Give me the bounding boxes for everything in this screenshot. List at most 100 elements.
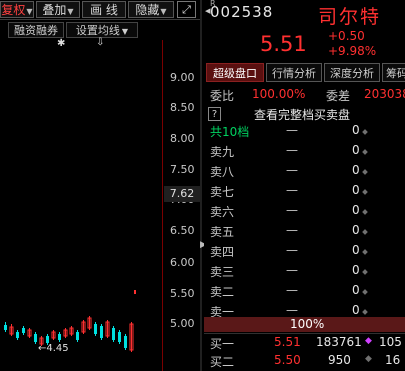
ask-volume: 0: [352, 223, 360, 237]
total-vol: 0: [352, 123, 360, 137]
y-tick-label: 6.50: [170, 224, 195, 237]
margin-trading-button[interactable]: 融资融券: [8, 22, 64, 38]
overlay-button[interactable]: 叠加▼: [36, 1, 80, 18]
fuquan-button[interactable]: 复权▼: [0, 1, 34, 18]
full-book-link[interactable]: 查看完整档买卖盘: [254, 106, 350, 123]
candle-body: [46, 336, 49, 343]
tab-chips[interactable]: 筹码: [382, 63, 405, 82]
dropdown-arrow-icon: ▼: [121, 27, 129, 36]
hide-label: 隐藏: [135, 3, 160, 17]
tab-super-book[interactable]: 超级盘口: [206, 63, 264, 82]
overlay-label: 叠加: [42, 3, 67, 17]
ask-price: —: [286, 243, 298, 257]
candle-body: [34, 334, 37, 342]
book-pct-bar: 100%: [204, 317, 405, 332]
ask-price: —: [286, 143, 298, 157]
candle-body: [58, 334, 61, 340]
candle-body: [112, 328, 115, 340]
help-icon[interactable]: ?: [208, 107, 221, 121]
row-diamond-icon: ◆: [365, 354, 372, 364]
row-dot-icon: [362, 149, 368, 155]
candle-body: [94, 324, 97, 334]
y-tick-label: 9.00: [170, 71, 195, 84]
ask-price: —: [286, 183, 298, 197]
candle-body: [22, 328, 25, 333]
tab-deep-analysis[interactable]: 深度分析: [324, 63, 380, 82]
y-tick-label: 5.50: [170, 287, 195, 300]
row-dot-icon: [362, 209, 368, 215]
row-dot-icon: [362, 189, 368, 195]
bid-level-label: 买二: [210, 355, 235, 369]
row-dot-icon: [362, 269, 368, 275]
ask-price: —: [286, 303, 298, 317]
ask-level-label: 卖四: [210, 245, 235, 259]
ask-volume: 0: [352, 263, 360, 277]
fuquan-label: 复权: [1, 3, 26, 17]
ask-volume: 0: [352, 183, 360, 197]
hide-button[interactable]: 隐藏▼: [128, 1, 174, 18]
ask-price: —: [286, 203, 298, 217]
candle-body: [118, 332, 121, 342]
row-dot-icon: [362, 229, 368, 235]
bid-book: 买一 5.51 183761 ◆ 105 买二 5.50 950 ◆ 16: [204, 334, 405, 371]
ask-volume: 0: [352, 303, 360, 317]
bid-volume: 183761: [316, 335, 362, 349]
diff-label: 委差: [326, 89, 351, 103]
total-levels-label: 共10档: [210, 125, 250, 139]
dropdown-arrow-icon: ▼: [160, 7, 167, 16]
ask-volume: 0: [352, 143, 360, 157]
row-dot-icon: [362, 289, 368, 295]
y-tick-label: 6.00: [170, 256, 195, 269]
candle-body: [76, 332, 79, 340]
row-diamond-icon: ◆: [365, 336, 372, 346]
row-dot-icon: [362, 169, 368, 175]
ask-level-label: 卖五: [210, 225, 235, 239]
ask-level-label: 卖八: [210, 165, 235, 179]
bid-price: 5.50: [274, 353, 301, 367]
full-book-row: ? 查看完整档买卖盘: [204, 106, 405, 124]
panel-divider[interactable]: [200, 0, 202, 371]
row-dot-icon: [362, 249, 368, 255]
ratio-value: 100.00%: [252, 87, 306, 101]
ratio-label: 委比: [210, 89, 235, 103]
tab-market-analysis[interactable]: 行情分析: [266, 63, 322, 82]
ask-volume: 0: [352, 203, 360, 217]
panel-tabs: 超级盘口 行情分析 深度分析 筹码: [204, 63, 405, 82]
price-change-pct: +9.98%: [328, 44, 377, 58]
stock-name: 司尔特: [318, 6, 382, 28]
candle-body: [16, 332, 19, 338]
ask-volume: 0: [352, 163, 360, 177]
book-pct-text: 100%: [290, 317, 325, 331]
bid-extra: 16: [385, 353, 401, 367]
chart-subbar: 融资融券 设置均线 ▼: [0, 22, 200, 38]
order-ratio-row: 委比 100.00% 委差 203038: [204, 86, 405, 104]
ask-level-label: 卖六: [210, 205, 235, 219]
ask-price: —: [286, 283, 298, 297]
candle-body: [124, 336, 127, 348]
ask-price: —: [286, 263, 298, 277]
candles-svg: [4, 290, 136, 352]
expand-icon[interactable]: ⤢: [177, 1, 196, 18]
ma-settings-label: 设置均线: [75, 24, 120, 37]
total-dash: —: [286, 123, 298, 137]
ask-level-label: 卖九: [210, 145, 235, 159]
price-change: +0.50: [328, 29, 365, 43]
ask-book: 共10档 — 0 卖九 — 0 卖八 — 0 卖七 — 0 卖六 — 0 卖五 — 0 卖四 — 0 卖三 — 0 卖二 —…: [204, 123, 405, 319]
row-dot-icon: [362, 129, 368, 135]
low-price-annotation: ←4.45: [38, 343, 69, 354]
bid-level-label: 买一: [210, 337, 235, 351]
y-tick-label: 8.00: [170, 132, 195, 145]
y-tick-label: 8.50: [170, 101, 195, 114]
low-price-value: 4.45: [46, 343, 69, 354]
candle-body: [4, 325, 7, 330]
row-dot-icon: [362, 309, 368, 315]
limit-up-marker: [134, 290, 136, 294]
ask-price: —: [286, 223, 298, 237]
ma-settings-button[interactable]: 设置均线 ▼: [66, 22, 138, 38]
draw-line-button[interactable]: 画 线: [82, 1, 126, 18]
ask-level-label: 卖七: [210, 185, 235, 199]
kline-chart[interactable]: 9.008.508.007.507.006.506.005.505.00 7.6…: [0, 40, 201, 371]
candle-body: [100, 326, 103, 338]
y-tick-label: 5.00: [170, 317, 195, 330]
last-price: 5.51: [260, 32, 307, 56]
